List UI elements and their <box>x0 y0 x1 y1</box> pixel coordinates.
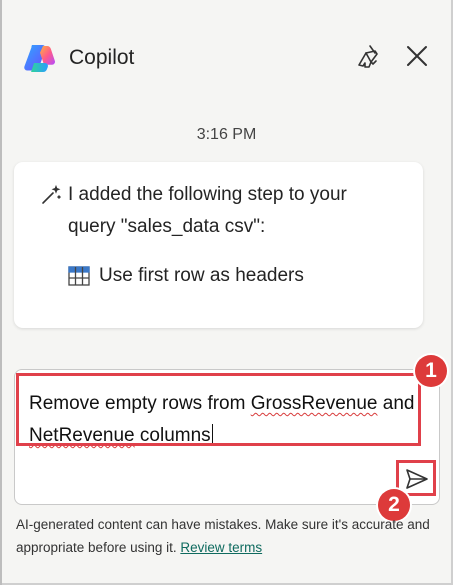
magic-wand-icon <box>40 184 62 206</box>
copilot-logo-icon <box>22 41 56 75</box>
copilot-response-card: I added the following step to your query… <box>14 162 423 328</box>
response-text-line1: I added the following step to your <box>68 184 347 205</box>
copilot-title: Copilot <box>69 46 135 69</box>
disclaimer-text: AI-generated content can have mistakes. … <box>16 513 436 559</box>
copilot-header: Copilot <box>0 30 453 86</box>
table-icon <box>68 266 90 286</box>
broom-icon[interactable] <box>355 43 381 71</box>
review-terms-link[interactable]: Review terms <box>180 540 262 555</box>
message-timestamp: 3:16 PM <box>196 126 257 143</box>
step-badge-1: 1 <box>415 355 447 387</box>
send-icon <box>406 469 428 489</box>
pane-border <box>0 0 2 585</box>
applied-step-label: Use first row as headers <box>99 265 304 286</box>
close-icon[interactable] <box>404 43 430 69</box>
response-text-line2: query "sales_data csv": <box>68 216 266 237</box>
input-highlight-box <box>16 373 421 446</box>
